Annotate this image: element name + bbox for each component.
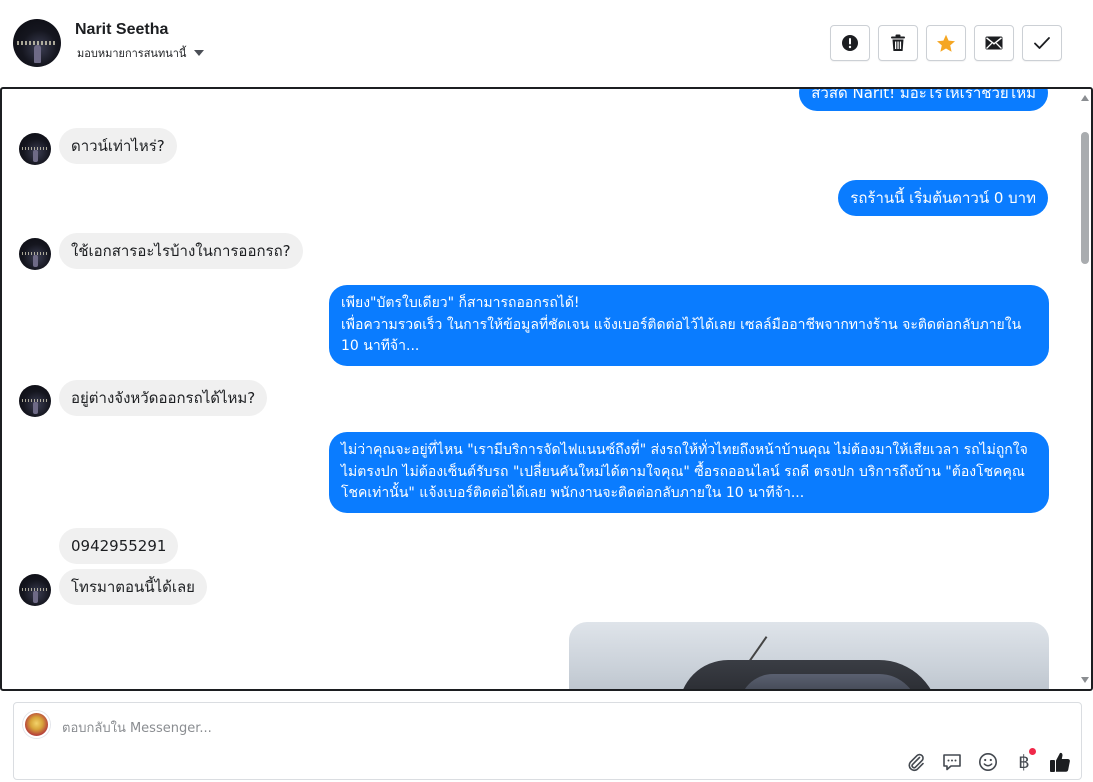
contact-avatar-small bbox=[19, 574, 51, 606]
reply-input[interactable]: ตอบกลับใน Messenger... bbox=[62, 717, 212, 738]
check-icon bbox=[1034, 37, 1050, 49]
saved-replies-button[interactable] bbox=[941, 751, 963, 773]
contact-avatar-small bbox=[19, 238, 51, 270]
message-line: เพื่อความรวดเร็ว ในการให้ข้อมูลที่ชัดเจน… bbox=[341, 316, 1022, 355]
car-photo-attachment[interactable] bbox=[569, 622, 1049, 689]
message-incoming: โทรมาตอนนี้ได้เลย bbox=[59, 569, 207, 605]
message-line: เพียง"บัตรใบเดียว" ก็สามารถออกรถได้! bbox=[341, 295, 580, 311]
envelope-icon bbox=[985, 36, 1003, 50]
star-button[interactable] bbox=[926, 25, 966, 61]
scroll-up-arrow-icon[interactable] bbox=[1081, 95, 1089, 101]
contact-avatar[interactable] bbox=[13, 19, 61, 67]
notification-dot bbox=[1029, 748, 1036, 755]
like-button[interactable] bbox=[1049, 751, 1071, 773]
trash-icon bbox=[891, 34, 905, 51]
message-incoming: 0942955291 bbox=[59, 528, 179, 564]
conversation-header: Narit Seetha มอบหมายการสนทนานี้ bbox=[0, 0, 1093, 87]
assign-conversation-dropdown[interactable]: มอบหมายการสนทนานี้ bbox=[77, 44, 205, 62]
done-button[interactable] bbox=[1022, 25, 1062, 61]
delete-button[interactable] bbox=[878, 25, 918, 61]
baht-icon: ฿ bbox=[1018, 751, 1030, 773]
contact-avatar-small bbox=[19, 133, 51, 165]
message-outgoing: ไม่ว่าคุณจะอยู่ที่ไหน "เรามีบริการจัดไฟแ… bbox=[329, 432, 1049, 513]
reply-composer[interactable]: ตอบกลับใน Messenger... ฿ bbox=[13, 702, 1082, 780]
contact-avatar-small bbox=[19, 385, 51, 417]
thumbs-up-icon bbox=[1050, 752, 1070, 772]
message-incoming: อยู่ต่างจังหวัดออกรถได้ไหม? bbox=[59, 380, 268, 416]
caret-down-icon bbox=[194, 50, 205, 56]
composer-tools: ฿ bbox=[905, 748, 1071, 773]
message-incoming: ดาวน์เท่าไหร่? bbox=[59, 128, 177, 164]
contact-name[interactable]: Narit Seetha bbox=[75, 21, 168, 39]
scroll-down-arrow-icon[interactable] bbox=[1081, 677, 1089, 683]
message-outgoing: เพียง"บัตรใบเดียว" ก็สามารถออกรถได้! เพื… bbox=[329, 285, 1049, 366]
message-outgoing: สวัสดี Narit! มีอะไรให้เราช่วยไหม bbox=[799, 89, 1048, 111]
exclamation-circle-icon bbox=[842, 35, 858, 51]
page-avatar bbox=[23, 711, 50, 738]
chat-bubble-icon bbox=[943, 754, 961, 771]
thread-scrollbar[interactable] bbox=[1077, 89, 1091, 689]
message-thread[interactable]: สวัสดี Narit! มีอะไรให้เราช่วยไหม ดาวน์เ… bbox=[0, 87, 1093, 691]
mark-unread-button[interactable] bbox=[974, 25, 1014, 61]
report-button[interactable] bbox=[830, 25, 870, 61]
header-actions bbox=[830, 25, 1062, 61]
message-outgoing: รถร้านนี้ เริ่มต้นดาวน์ 0 บาท bbox=[838, 180, 1048, 216]
paperclip-icon bbox=[908, 753, 924, 772]
payment-button[interactable]: ฿ bbox=[1013, 748, 1036, 773]
scrollbar-thumb[interactable] bbox=[1081, 132, 1089, 264]
emoji-button[interactable] bbox=[977, 751, 999, 773]
emoji-icon bbox=[979, 753, 997, 771]
message-incoming: ใช้เอกสารอะไรบ้างในการออกรถ? bbox=[59, 233, 303, 269]
attach-file-button[interactable] bbox=[905, 751, 927, 773]
star-icon bbox=[937, 34, 955, 52]
assign-label: มอบหมายการสนทนานี้ bbox=[77, 47, 187, 60]
